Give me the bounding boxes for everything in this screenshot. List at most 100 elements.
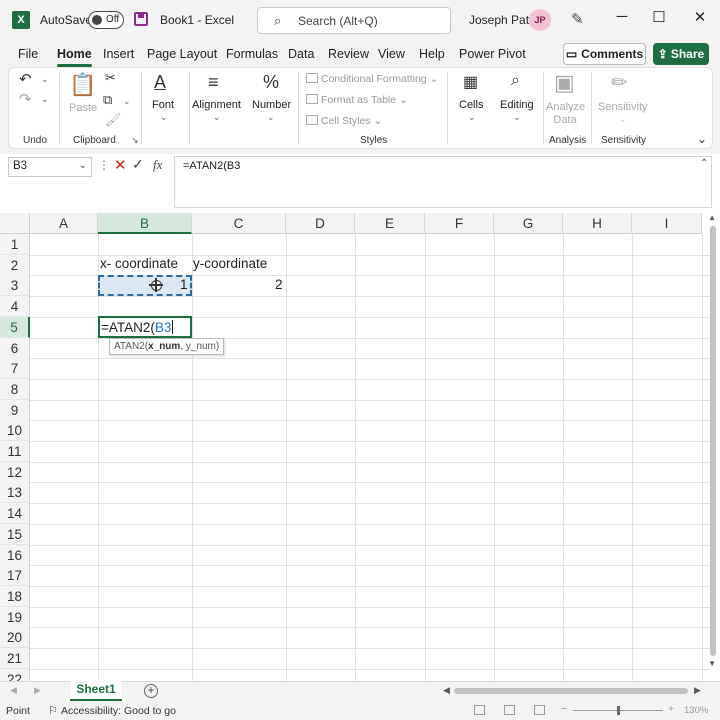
pen-icon[interactable]: ✎: [571, 10, 584, 28]
undo-icon[interactable]: ↶: [19, 70, 32, 88]
row-header-16[interactable]: 16: [0, 544, 30, 566]
row-header-18[interactable]: 18: [0, 585, 30, 607]
cell-b5-editing[interactable]: =ATAN2(B3: [98, 316, 192, 338]
alignment-icon[interactable]: ≡: [208, 72, 219, 93]
column-header-h[interactable]: H: [563, 213, 632, 234]
row-header-11[interactable]: 11: [0, 441, 30, 462]
tab-home[interactable]: Home: [57, 47, 92, 67]
row-header-3[interactable]: 3: [0, 275, 30, 297]
prev-sheet-icon[interactable]: ◀: [10, 685, 17, 696]
sensitivity-dropdown-icon[interactable]: ⌄: [619, 114, 627, 125]
row-header-15[interactable]: 15: [0, 523, 30, 545]
copy-icon[interactable]: ⧉: [103, 92, 112, 108]
editing-label[interactable]: Editing: [500, 99, 534, 111]
tab-page-layout[interactable]: Page Layout: [147, 47, 217, 61]
row-header-13[interactable]: 13: [0, 482, 30, 504]
scroll-right-icon[interactable]: ▶: [694, 685, 701, 696]
row-header-21[interactable]: 21: [0, 648, 30, 669]
tab-data[interactable]: Data: [288, 47, 314, 61]
page-break-view-icon[interactable]: [534, 705, 545, 715]
copy-dropdown-icon[interactable]: ⌄: [123, 96, 131, 107]
zoom-slider-thumb[interactable]: [617, 706, 620, 715]
tab-view[interactable]: View: [378, 47, 405, 61]
row-header-5[interactable]: 5: [0, 316, 30, 338]
next-sheet-icon[interactable]: ▶: [34, 685, 41, 696]
cut-icon[interactable]: ✂: [105, 70, 116, 86]
row-header-10[interactable]: 10: [0, 420, 30, 442]
chevron-down-icon[interactable]: ⌄: [79, 160, 87, 171]
alignment-label[interactable]: Alignment: [192, 99, 241, 111]
column-header-b[interactable]: B: [98, 213, 192, 234]
column-header-f[interactable]: F: [425, 213, 494, 234]
tab-insert[interactable]: Insert: [103, 47, 134, 61]
row-header-4[interactable]: 4: [0, 296, 30, 318]
insert-function-icon[interactable]: fx: [153, 157, 162, 173]
cells-icon[interactable]: ▦: [463, 72, 478, 92]
zoom-out-icon[interactable]: −: [561, 703, 567, 715]
worksheet-grid[interactable]: A B C D E F G H I 1 2 3 4 5 6 7 8 9 10 11 12 13 14 15 1…: [0, 213, 720, 681]
user-name[interactable]: Joseph Patti: [469, 13, 535, 27]
vertical-scrollbar[interactable]: [710, 226, 716, 656]
comments-button[interactable]: ▭ Comments: [563, 43, 646, 65]
scroll-up-icon[interactable]: ▲: [708, 213, 716, 222]
conditional-formatting-button[interactable]: Conditional Formatting ⌄: [306, 73, 438, 85]
maximize-icon[interactable]: ☐: [647, 8, 671, 26]
cell-c2[interactable]: y-coordinate: [193, 256, 267, 271]
column-header-g[interactable]: G: [494, 213, 563, 234]
font-dropdown-icon[interactable]: ⌄: [160, 112, 168, 123]
cancel-icon[interactable]: ✕: [114, 156, 127, 174]
normal-view-icon[interactable]: [474, 705, 485, 715]
cells-dropdown-icon[interactable]: ⌄: [468, 112, 476, 123]
row-header-1[interactable]: 1: [0, 234, 30, 255]
sensitivity-icon[interactable]: ✏: [611, 70, 628, 95]
more-options-icon[interactable]: ⋮: [98, 158, 110, 172]
accessibility-status[interactable]: Accessibility: Good to go: [61, 705, 176, 717]
zoom-in-icon[interactable]: +: [668, 703, 674, 715]
analyze-data-label[interactable]: Analyze Data: [546, 101, 585, 127]
sheet-tab-sheet1[interactable]: Sheet1: [70, 681, 122, 701]
collapse-ribbon-icon[interactable]: ⌄: [697, 132, 707, 146]
select-all-corner[interactable]: [0, 213, 30, 234]
search-box[interactable]: ⌕ Search (Alt+Q): [257, 7, 451, 34]
editing-dropdown-icon[interactable]: ⌄: [513, 112, 521, 123]
cell-b3[interactable]: 1: [180, 277, 188, 292]
percent-icon[interactable]: %: [263, 72, 279, 93]
tab-review[interactable]: Review: [328, 47, 369, 61]
tab-file[interactable]: File: [18, 47, 38, 61]
column-header-a[interactable]: A: [30, 213, 98, 234]
enter-icon[interactable]: ✓: [132, 156, 144, 173]
row-header-20[interactable]: 20: [0, 627, 30, 649]
redo-dropdown-icon[interactable]: ⌄: [41, 94, 49, 105]
share-button[interactable]: ⇪ Share: [653, 43, 709, 65]
scroll-left-icon[interactable]: ◀: [443, 685, 450, 696]
row-header-17[interactable]: 17: [0, 565, 30, 587]
row-header-2[interactable]: 2: [0, 254, 30, 276]
zoom-level[interactable]: 130%: [684, 705, 708, 716]
format-as-table-button[interactable]: Format as Table ⌄: [306, 94, 408, 106]
row-header-12[interactable]: 12: [0, 461, 30, 483]
cells-label[interactable]: Cells: [459, 99, 483, 111]
row-header-7[interactable]: 7: [0, 358, 30, 380]
column-header-i[interactable]: I: [632, 213, 702, 234]
name-box[interactable]: B3 ⌄: [8, 157, 92, 177]
formula-input[interactable]: =ATAN2(B3: [174, 156, 712, 208]
analyze-data-icon[interactable]: ▣: [554, 70, 575, 96]
page-layout-view-icon[interactable]: [504, 705, 515, 715]
row-header-19[interactable]: 19: [0, 606, 30, 628]
autosave-toggle[interactable]: Off: [88, 11, 124, 29]
search-editing-icon[interactable]: ⌕: [511, 72, 520, 90]
tab-formulas[interactable]: Formulas: [226, 47, 278, 61]
close-icon[interactable]: ✕: [688, 8, 712, 26]
minimize-icon[interactable]: ─: [610, 8, 634, 25]
font-label[interactable]: Font: [152, 99, 174, 111]
tab-help[interactable]: Help: [419, 47, 445, 61]
scroll-down-icon[interactable]: ▼: [708, 659, 716, 668]
cell-b3-copy-range[interactable]: [98, 275, 192, 296]
column-header-e[interactable]: E: [355, 213, 425, 234]
column-header-d[interactable]: D: [286, 213, 355, 234]
chevron-up-icon[interactable]: ⌃: [700, 158, 708, 169]
paste-icon[interactable]: 📋: [69, 72, 96, 98]
font-icon[interactable]: A: [154, 72, 166, 93]
row-header-8[interactable]: 8: [0, 378, 30, 400]
number-dropdown-icon[interactable]: ⌄: [267, 112, 275, 123]
